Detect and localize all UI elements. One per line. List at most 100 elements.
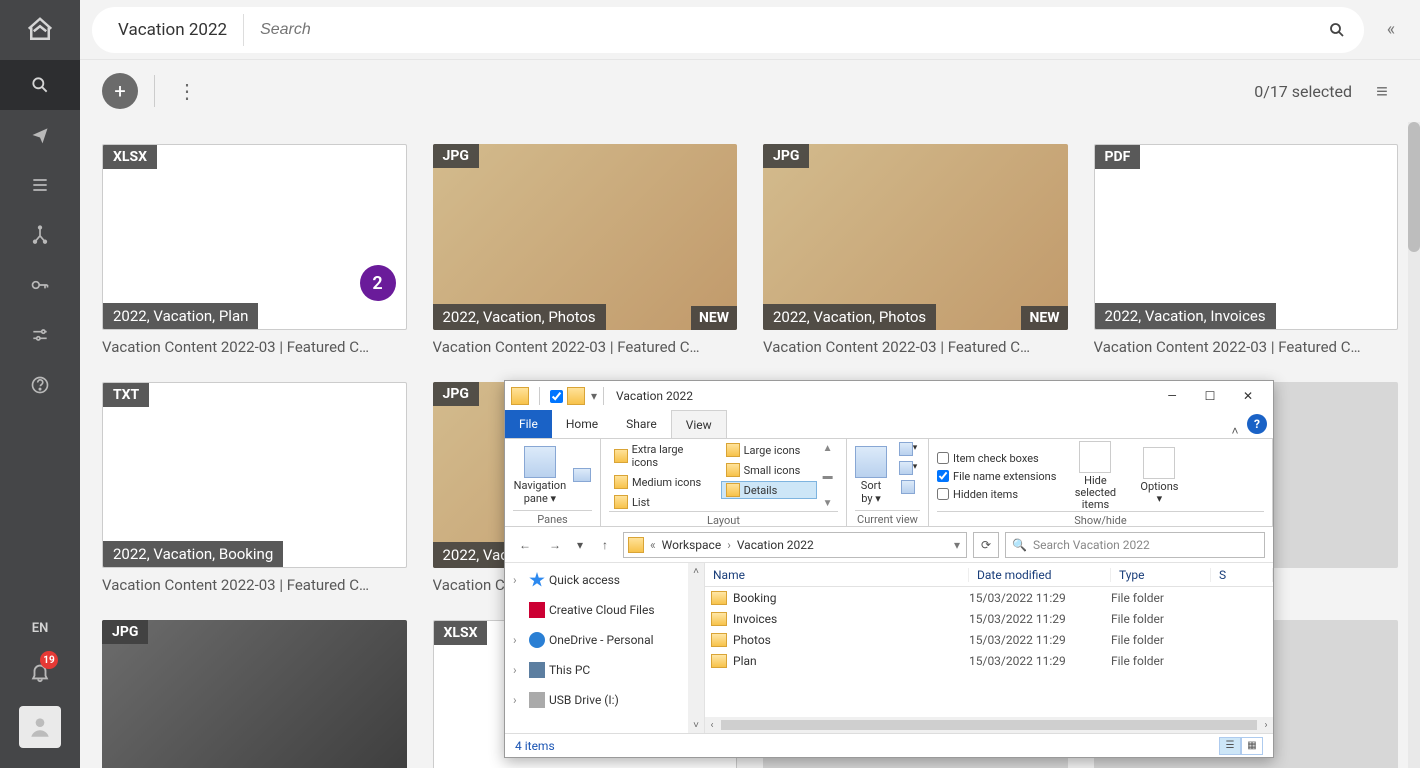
qat-checkbox[interactable]: [550, 390, 563, 403]
close-button[interactable]: ✕: [1229, 381, 1267, 411]
row-type: File folder: [1111, 654, 1164, 668]
nav-key-icon[interactable]: [0, 260, 80, 310]
language-switch[interactable]: EN: [0, 608, 80, 648]
overflow-menu-icon[interactable]: ⋮: [171, 75, 203, 107]
collapse-panel-icon[interactable]: «: [1374, 13, 1408, 47]
panes-extra-button[interactable]: [573, 441, 592, 510]
col-type[interactable]: Type: [1111, 568, 1211, 582]
card[interactable]: JPG2022, Vacation, PhotosNEWVacation Con…: [433, 144, 738, 356]
window-titlebar[interactable]: ▾ Vacation 2022 — ☐ ✕: [505, 381, 1273, 411]
folder-icon: [711, 654, 727, 668]
history-dropdown[interactable]: ▾: [573, 533, 587, 557]
h-scrollbar[interactable]: [721, 720, 1257, 730]
explorer-search[interactable]: 🔍Search Vacation 2022: [1005, 532, 1265, 558]
tab-file[interactable]: File: [505, 410, 552, 438]
search-input[interactable]: [248, 10, 1320, 50]
check-itemcheckboxes[interactable]: Item check boxes: [937, 451, 1056, 466]
forward-button[interactable]: →: [543, 533, 567, 557]
navigation-pane-button[interactable]: Navigation pane ▾: [513, 441, 567, 510]
new-badge: NEW: [1021, 306, 1067, 330]
nav-scroll-up[interactable]: ˄: [688, 563, 704, 579]
table-row[interactable]: Plan15/03/2022 11:29File folder: [705, 650, 1273, 671]
layout-md[interactable]: Medium icons: [609, 473, 715, 491]
toolbar: + ⋮ 0/17 selected ≡: [80, 60, 1420, 122]
row-name: Booking: [733, 591, 969, 605]
nav-scrollbar[interactable]: [688, 563, 704, 733]
tab-share[interactable]: Share: [612, 410, 671, 438]
col-date[interactable]: Date modified: [969, 568, 1111, 582]
nav-share-icon[interactable]: [0, 110, 80, 160]
nav-menu-icon[interactable]: [0, 160, 80, 210]
user-avatar[interactable]: [19, 706, 61, 748]
layout-lg[interactable]: Large icons: [721, 441, 817, 459]
scrollbar-thumb[interactable]: [1408, 122, 1420, 252]
card[interactable]: JPG2022, Vacation, PhotosNEWVacation Con…: [763, 144, 1068, 356]
hide-selected-button[interactable]: Hide selected items: [1062, 441, 1128, 511]
layout-sm[interactable]: Small icons: [721, 461, 817, 479]
add-button[interactable]: +: [102, 73, 138, 109]
table-row[interactable]: Photos15/03/2022 11:29File folder: [705, 629, 1273, 650]
layout-list[interactable]: List: [609, 493, 715, 511]
col-name[interactable]: Name: [705, 568, 969, 582]
check-hiddenitems[interactable]: Hidden items: [937, 487, 1056, 502]
group-by-button[interactable]: ▾: [893, 441, 923, 457]
ribbon-tabs: File Home Share View ˄ ?: [505, 411, 1273, 439]
back-button[interactable]: ←: [513, 533, 537, 557]
notifications-button[interactable]: 19: [0, 648, 80, 696]
addr-dropdown[interactable]: ▾: [952, 538, 962, 552]
file-type-badge: TXT: [103, 383, 149, 407]
help-icon[interactable]: ?: [1247, 414, 1267, 434]
sort-by-button[interactable]: Sort by ▾: [855, 441, 887, 510]
row-name: Photos: [733, 633, 969, 647]
address-bar[interactable]: « Workspace › Vacation 2022 ▾: [623, 532, 967, 558]
breadcrumb[interactable]: Vacation 2022: [733, 538, 818, 552]
col-extra[interactable]: S: [1211, 568, 1273, 582]
tags-badge: 2022, Vacation, Photos: [433, 304, 606, 330]
nav-creative-cloud[interactable]: Creative Cloud Files: [509, 599, 700, 621]
minimize-button[interactable]: —: [1153, 381, 1191, 411]
nav-quick-access[interactable]: ›Quick access: [509, 569, 700, 591]
search-button[interactable]: [1320, 13, 1354, 47]
nav-this-pc[interactable]: ›This PC: [509, 659, 700, 681]
scroll-right[interactable]: ›: [1259, 720, 1273, 731]
top-bar: Vacation 2022 «: [80, 0, 1420, 60]
view-menu-icon[interactable]: ≡: [1366, 75, 1398, 107]
breadcrumb[interactable]: Workspace: [658, 538, 726, 552]
layout-xl[interactable]: Extra large icons: [609, 441, 715, 471]
options-button[interactable]: Options ▾: [1134, 441, 1184, 511]
nav-usb-drive[interactable]: ›USB Drive (I:): [509, 689, 700, 711]
row-date: 15/03/2022 11:29: [969, 654, 1111, 668]
ribbon-collapse-icon[interactable]: ˄: [1223, 424, 1247, 438]
refresh-button[interactable]: ⟳: [973, 532, 999, 558]
card[interactable]: JPG: [102, 620, 407, 768]
tab-view[interactable]: View: [671, 410, 727, 438]
nav-search[interactable]: [0, 60, 80, 110]
nav-sliders-icon[interactable]: [0, 310, 80, 360]
sidebar: EN 19: [0, 0, 80, 768]
up-button[interactable]: ↑: [593, 533, 617, 557]
card[interactable]: TXT2022, Vacation, BookingVacation Conte…: [102, 382, 407, 594]
selection-count: 0/17 selected: [1254, 82, 1352, 101]
layout-details[interactable]: Details: [721, 481, 817, 499]
tags-badge: 2022, Vacation, Photos: [763, 304, 936, 330]
scroll-left[interactable]: ‹: [705, 720, 719, 731]
size-columns-button[interactable]: [893, 479, 923, 495]
table-row[interactable]: Invoices15/03/2022 11:29File folder: [705, 608, 1273, 629]
nav-scroll-down[interactable]: ˅: [688, 717, 704, 733]
maximize-button[interactable]: ☐: [1191, 381, 1229, 411]
view-details-icon[interactable]: ☰: [1219, 737, 1241, 755]
check-extensions[interactable]: File name extensions: [937, 469, 1056, 484]
row-type: File folder: [1111, 591, 1164, 605]
view-thumb-icon[interactable]: ▦: [1241, 737, 1263, 755]
card[interactable]: PDF2022, Vacation, InvoicesVacation Cont…: [1094, 144, 1399, 356]
add-columns-button[interactable]: ▾: [893, 460, 923, 476]
nav-tree-icon[interactable]: [0, 210, 80, 260]
tab-home[interactable]: Home: [552, 410, 612, 438]
card[interactable]: XLSX2022, Vacation, Plan2Vacation Conten…: [102, 144, 407, 356]
table-row[interactable]: Booking15/03/2022 11:29File folder: [705, 587, 1273, 608]
row-type: File folder: [1111, 633, 1164, 647]
search-scope[interactable]: Vacation 2022: [102, 14, 244, 46]
nav-onedrive[interactable]: ›OneDrive - Personal: [509, 629, 700, 651]
row-type: File folder: [1111, 612, 1164, 626]
nav-help-icon[interactable]: [0, 360, 80, 410]
